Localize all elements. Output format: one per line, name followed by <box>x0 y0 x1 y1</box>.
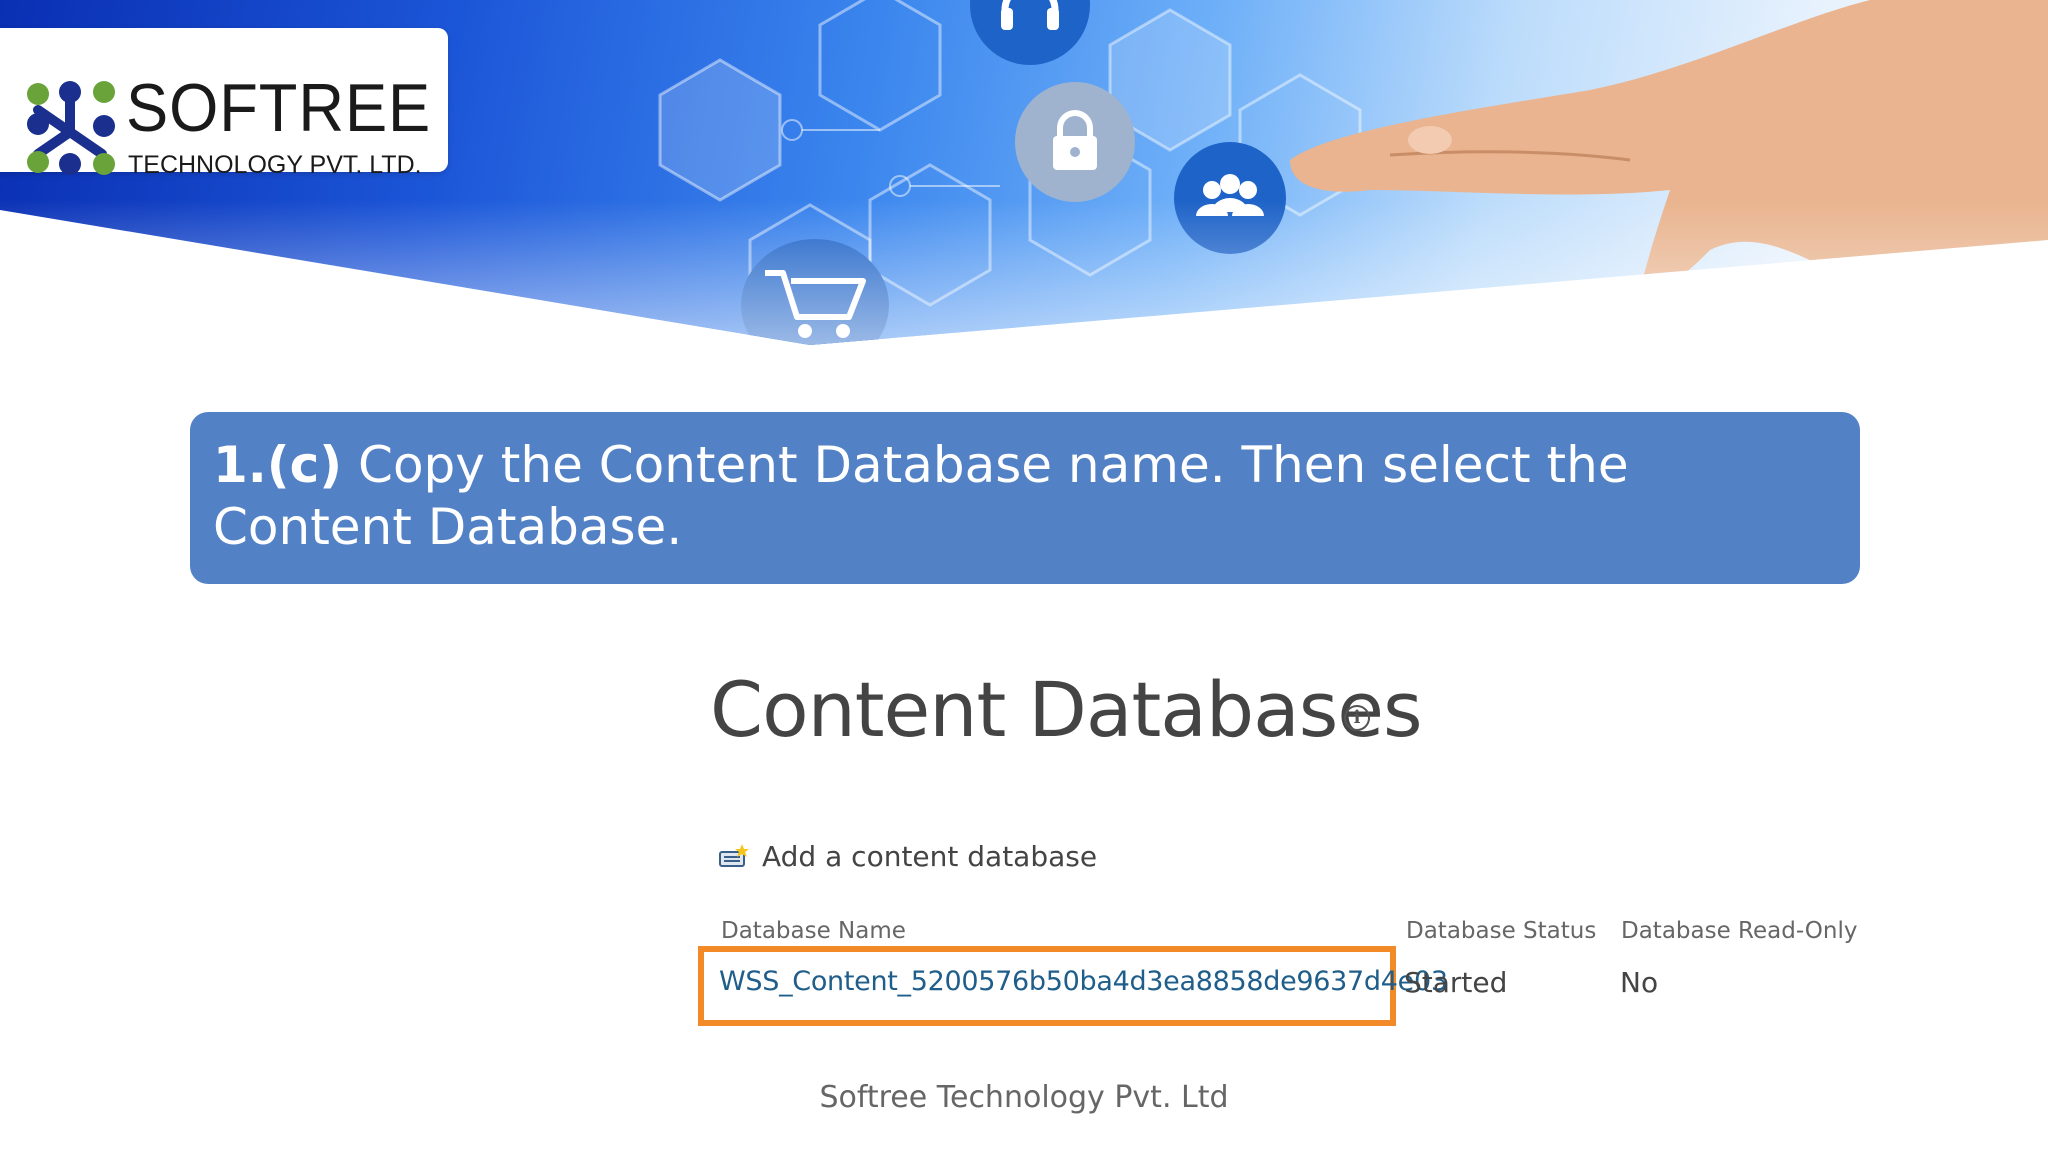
instruction-text: Copy the Content Database name. Then sel… <box>213 436 1629 556</box>
column-header-database-status[interactable]: Database Status <box>1406 918 1596 944</box>
logo-name: SOFTREE <box>126 70 432 146</box>
banner-fade <box>0 200 2048 345</box>
lock-icon <box>1015 82 1135 202</box>
headset-icon <box>970 0 1090 65</box>
column-header-database-read-only[interactable]: Database Read-Only <box>1621 918 1857 944</box>
company-logo: SOFTREE TECHNOLOGY PVT. LTD. <box>0 28 448 178</box>
page-title: Content Databases <box>710 665 1423 754</box>
instruction-step: 1.(c) <box>213 436 343 494</box>
info-icon[interactable]: i <box>1344 705 1370 731</box>
add-content-database-label: Add a content database <box>762 839 1098 873</box>
instruction-box: 1.(c) Copy the Content Database name. Th… <box>190 412 1860 584</box>
add-content-database-button[interactable]: Add a content database <box>718 836 1097 876</box>
logo-mark-icon <box>27 81 115 175</box>
logo-subtitle: TECHNOLOGY PVT. LTD. <box>128 151 422 179</box>
database-read-only-cell: No <box>1620 966 1659 999</box>
database-name-link[interactable]: WSS_Content_5200576b50ba4d3ea8858de9637d… <box>719 966 1448 997</box>
footer-text: Softree Technology Pvt. Ltd <box>819 1080 1229 1115</box>
database-status-cell: Started <box>1404 966 1508 999</box>
add-database-icon <box>719 844 749 867</box>
column-header-database-name[interactable]: Database Name <box>721 918 906 944</box>
